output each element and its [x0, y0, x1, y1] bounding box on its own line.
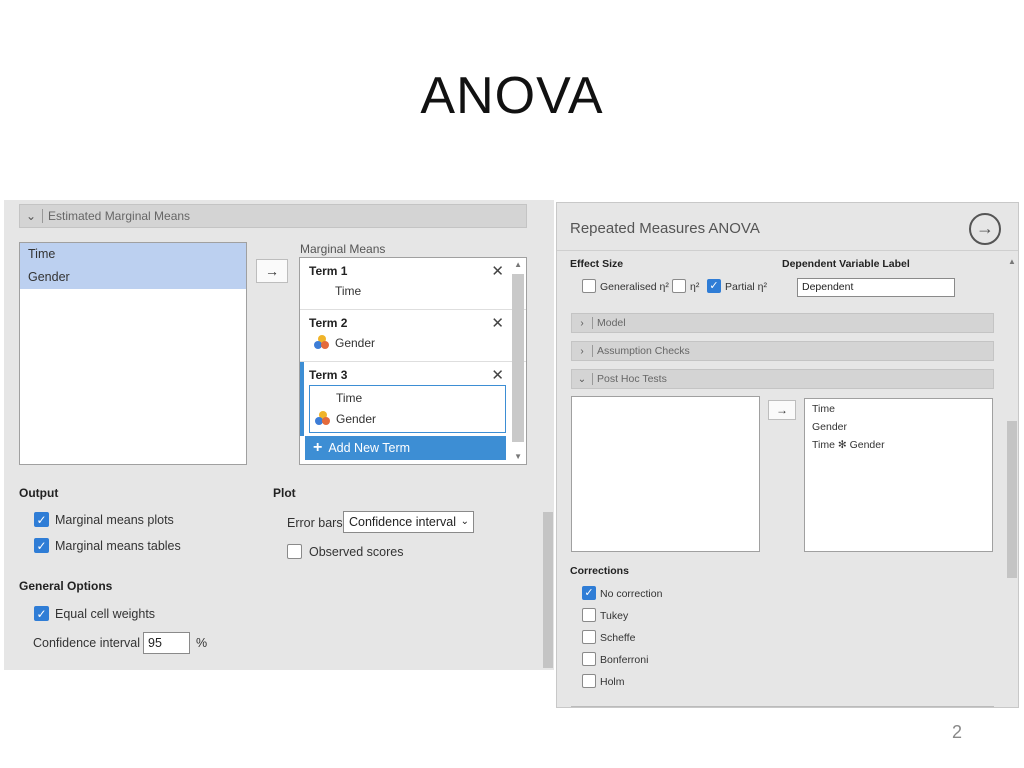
panel-header: Repeated Measures ANOVA → — [557, 203, 1018, 251]
marginal-means-plots-checkbox[interactable]: ✓ — [34, 512, 49, 527]
term-variable-row: Gender — [310, 409, 505, 430]
marginal-means-box[interactable]: Term 1 ✕ Time Term 2 ✕ Gender Term 3 ✕ T… — [299, 257, 527, 465]
post-hoc-term-time-gender[interactable]: Time ✻ Gender — [805, 435, 992, 453]
partial-eta-label: Partial η² — [725, 281, 768, 293]
marginal-means-plots-label: Marginal means plots — [55, 513, 174, 527]
term-variable: Gender — [336, 412, 377, 426]
bonferroni-label: Bonferroni — [600, 654, 649, 666]
eta-label: η² — [690, 281, 700, 293]
model-section-header[interactable]: › Model — [571, 313, 994, 333]
panel-scrollbar[interactable] — [1007, 421, 1017, 578]
variable-item-gender[interactable]: Gender — [20, 266, 246, 289]
marginal-means-label: Marginal Means — [300, 242, 386, 256]
header-divider — [592, 317, 593, 329]
nominal-variable-icon — [315, 411, 331, 425]
marginal-means-tables-label: Marginal means tables — [55, 539, 181, 553]
term-3[interactable]: Term 3 ✕ Time Gender — [300, 362, 526, 436]
generalised-eta-label: Generalised η² — [600, 281, 669, 293]
generalised-eta-checkbox[interactable] — [582, 279, 596, 293]
repeated-measures-anova-panel: Repeated Measures ANOVA → ▲ Effect Size … — [556, 202, 1019, 708]
scrollbar-thumb[interactable] — [512, 274, 524, 442]
dependent-variable-label-heading: Dependent Variable Label — [782, 258, 910, 270]
tukey-label: Tukey — [600, 610, 629, 622]
chevron-down-icon: ⌄ — [577, 373, 587, 385]
holm-label: Holm — [600, 676, 625, 688]
percent-label: % — [196, 636, 208, 650]
move-to-marginal-means-button[interactable]: → — [256, 259, 288, 283]
term-variable: Gender — [335, 336, 376, 350]
panel-title: Repeated Measures ANOVA — [570, 220, 760, 237]
chevron-down-icon: ⌄ — [25, 209, 37, 223]
bonferroni-checkbox[interactable] — [582, 652, 596, 666]
assumption-checks-section-title: Assumption Checks — [597, 345, 690, 357]
scheffe-checkbox[interactable] — [582, 630, 596, 644]
header-divider — [42, 209, 43, 223]
nominal-variable-icon — [314, 335, 330, 349]
chevron-right-icon: › — [580, 345, 584, 357]
slide-title: ANOVA — [420, 67, 604, 125]
slide-number: 2 — [951, 722, 962, 742]
equal-cell-weights-checkbox[interactable]: ✓ — [34, 606, 49, 621]
scroll-up-icon[interactable]: ▲ — [1008, 257, 1016, 266]
post-hoc-tests-section-title: Post Hoc Tests — [597, 373, 667, 385]
holm-checkbox[interactable] — [582, 674, 596, 688]
confidence-interval-label: Confidence interval — [33, 636, 141, 650]
estimated-marginal-means-panel: ⌄ Estimated Marginal Means Time Gender →… — [4, 200, 554, 670]
output-heading: Output — [19, 486, 59, 500]
observed-scores-label: Observed scores — [309, 545, 404, 559]
term-2[interactable]: Term 2 ✕ Gender — [300, 310, 526, 362]
marginal-means-tables-checkbox[interactable]: ✓ — [34, 538, 49, 553]
model-section-title: Model — [597, 317, 626, 329]
post-hoc-source-list[interactable] — [571, 396, 760, 552]
term-3-variables-box[interactable]: Time Gender — [309, 385, 506, 433]
chevron-down-icon: ⌄ — [460, 516, 469, 527]
plot-heading: Plot — [273, 486, 296, 500]
error-bars-label: Error bars — [287, 516, 343, 530]
close-icon[interactable]: ✕ — [491, 366, 504, 384]
variable-item-time[interactable]: Time — [20, 243, 246, 266]
chevron-right-icon: › — [580, 317, 584, 329]
scroll-down-icon[interactable]: ▼ — [514, 452, 522, 461]
plus-icon: + — [313, 439, 323, 456]
assumption-checks-section-header[interactable]: › Assumption Checks — [571, 341, 994, 361]
emm-section-title: Estimated Marginal Means — [48, 209, 191, 223]
header-divider — [592, 345, 593, 357]
divider — [571, 706, 994, 707]
partial-eta-checkbox[interactable]: ✓ — [707, 279, 721, 293]
no-correction-label: No correction — [600, 588, 663, 600]
post-hoc-tests-section-header[interactable]: ⌄ Post Hoc Tests — [571, 369, 994, 389]
scroll-up-icon[interactable]: ▲ — [514, 260, 522, 269]
move-to-post-hoc-button[interactable]: → — [768, 400, 796, 420]
equal-cell-weights-label: Equal cell weights — [55, 607, 156, 621]
panel-scrollbar[interactable] — [543, 512, 553, 668]
no-correction-checkbox[interactable]: ✓ — [582, 586, 596, 600]
confidence-interval-input[interactable]: 95 — [143, 632, 190, 654]
error-bars-select[interactable]: Confidence interval ⌄ — [343, 511, 474, 533]
post-hoc-term-gender[interactable]: Gender — [805, 417, 992, 435]
term-variable: Time — [336, 391, 363, 405]
post-hoc-term-time[interactable]: Time — [805, 399, 992, 417]
post-hoc-terms-list[interactable]: Time Gender Time ✻ Gender — [804, 398, 993, 552]
dependent-variable-label-input[interactable]: Dependent — [797, 278, 955, 297]
arrow-right-circle-icon[interactable]: → — [969, 213, 1001, 245]
corrections-heading: Corrections — [570, 565, 629, 577]
add-new-term-label: Add New Term — [328, 441, 411, 455]
tukey-checkbox[interactable] — [582, 608, 596, 622]
term-1[interactable]: Term 1 ✕ Time — [300, 258, 526, 310]
term-variable-row: Gender — [300, 330, 526, 354]
term-variable: Time — [335, 284, 362, 298]
effect-size-heading: Effect Size — [570, 258, 624, 270]
eta-checkbox[interactable] — [672, 279, 686, 293]
emm-section-header[interactable]: ⌄ Estimated Marginal Means — [19, 204, 527, 228]
error-bars-value: Confidence interval — [349, 515, 457, 529]
observed-scores-checkbox[interactable] — [287, 544, 302, 559]
general-options-heading: General Options — [19, 579, 113, 593]
variable-list[interactable]: Time Gender — [19, 242, 247, 465]
header-divider — [592, 373, 593, 385]
add-new-term-button[interactable]: + Add New Term — [305, 436, 506, 460]
scheffe-label: Scheffe — [600, 632, 636, 644]
